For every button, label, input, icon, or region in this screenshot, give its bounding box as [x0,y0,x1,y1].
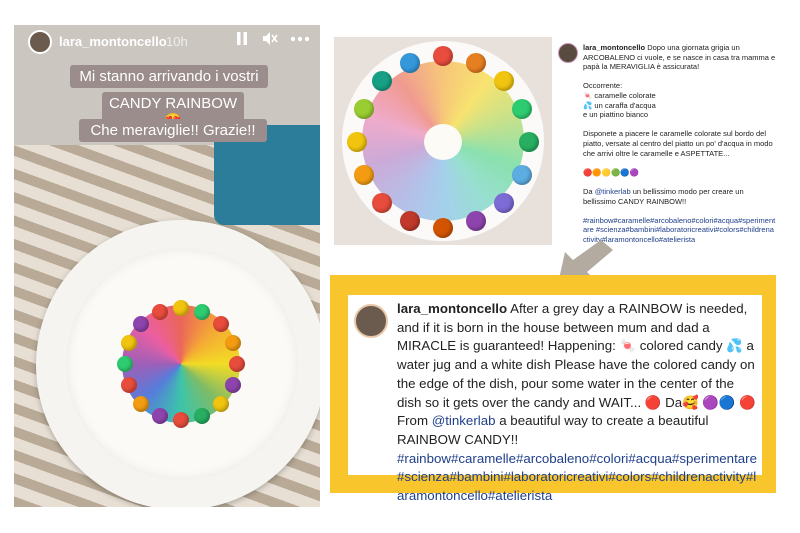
candy [151,407,168,424]
pause-icon[interactable] [236,31,248,50]
candy [173,412,189,428]
candy [433,46,453,66]
avatar[interactable] [354,304,388,338]
candy [465,52,486,73]
post-plate-center [424,124,462,160]
translation-text: After a grey day a RAINBOW is needed, an… [397,301,756,429]
post-item: 💦 un caraffa d'acqua [583,100,656,110]
candy [347,132,367,152]
avatar[interactable] [558,43,578,63]
translation-caption: lara_montoncello After a grey day a RAIN… [397,300,762,506]
post-item: e un piattino bianco [583,110,649,120]
candy [117,356,133,372]
candy [212,316,229,333]
translation-hashtags[interactable]: #rainbow#caramelle#arcobaleno#colori#acq… [397,451,757,503]
candy [400,52,421,73]
candy [121,334,138,351]
post-credit-prefix: Da [583,186,593,196]
candy [353,99,374,120]
candy [493,192,514,213]
post-username[interactable]: lara_montoncello [583,43,645,52]
post-photo [334,37,552,245]
candy [433,218,453,238]
candy [224,334,241,351]
candy [353,164,374,185]
story-sticker-line-1: Mi stanno arrivando i vostri [70,65,268,88]
post-item: 🍬 caramelle colorate [583,90,656,100]
candy [229,356,245,372]
story-header: lara_montoncello 10h [14,25,320,65]
candy [173,300,189,316]
candy [493,71,514,92]
more-icon[interactable] [290,31,310,50]
story-username[interactable]: lara_montoncello [59,34,167,49]
post-emoji-row: 🔴🟠🟡🟢🔵🟣 [583,167,640,177]
candy [133,395,150,412]
story-sticker-line-3: Che meraviglie!! Grazie!! [79,119,267,142]
instagram-story: lara_montoncello 10h Mi stanno arrivando… [14,25,320,507]
post-credit-handle[interactable]: @tinkerlab [595,187,631,196]
candy [212,395,229,412]
story-time: 10h [166,34,188,49]
translation-username[interactable]: lara_montoncello [397,301,507,316]
post-instructions: Disponete a piacere le caramelle colorat… [583,129,773,158]
post-occorrente-title: Occorrente: [583,81,623,91]
avatar[interactable] [28,30,52,54]
mute-icon[interactable] [262,31,278,50]
post-caption: lara_montoncello Dopo una giornata grigi… [558,43,776,254]
candy [372,192,393,213]
candy [519,132,539,152]
candy [151,304,168,321]
translation-handle[interactable]: @tinkerlab [432,413,496,428]
